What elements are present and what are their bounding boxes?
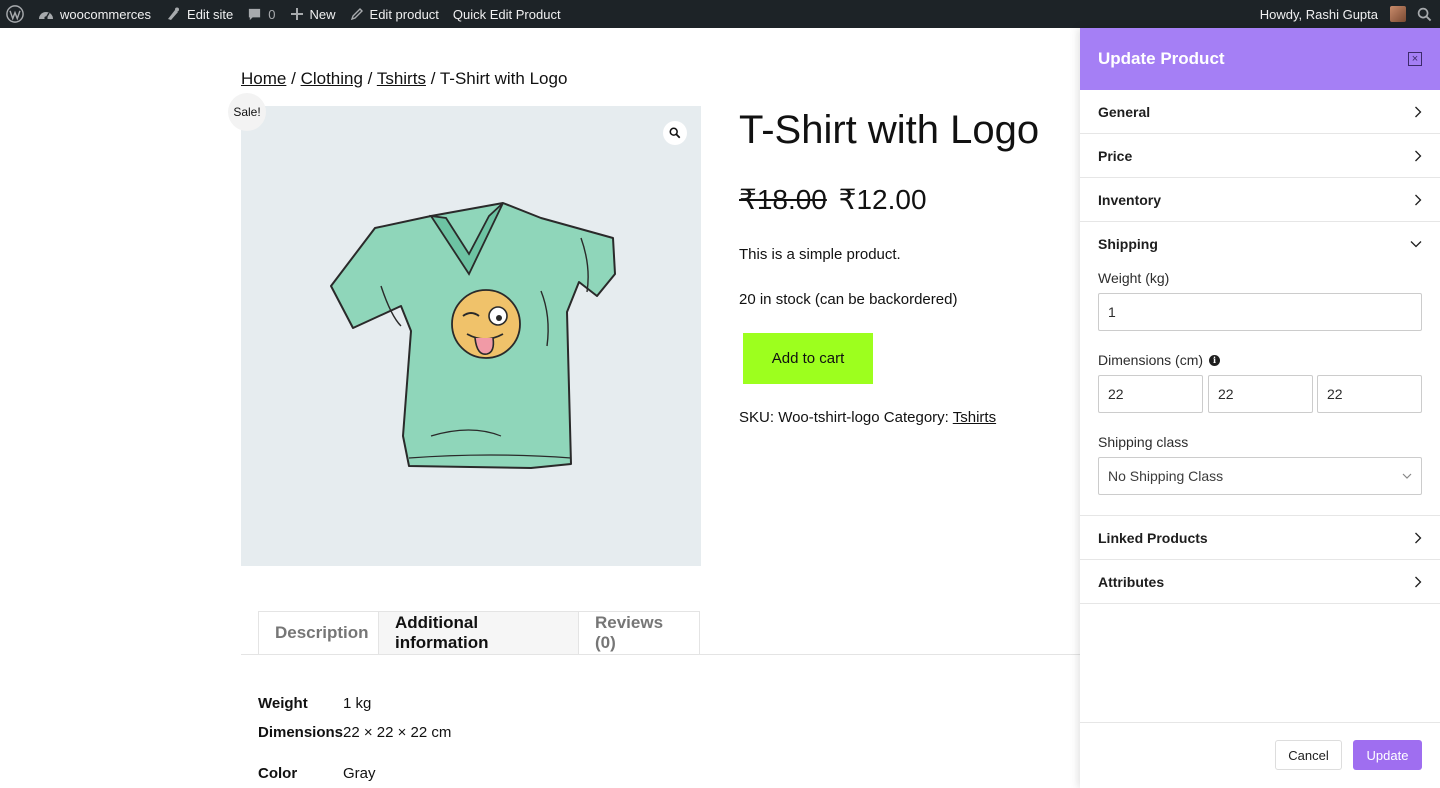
comments-link[interactable]: 0 bbox=[240, 0, 282, 28]
attribute-value: 1 kg bbox=[343, 695, 372, 712]
comment-icon bbox=[249, 8, 261, 20]
edit-site-label: Edit site bbox=[187, 6, 234, 22]
regular-price: ₹18.00 bbox=[739, 184, 827, 215]
chevron-right-icon bbox=[1415, 532, 1422, 543]
category-link[interactable]: Tshirts bbox=[953, 409, 996, 426]
product-price: ₹18.00 ₹12.00 bbox=[739, 183, 927, 216]
section-label: Shipping bbox=[1098, 236, 1158, 252]
panel-footer: Cancel Update bbox=[1080, 722, 1440, 788]
magnifier-icon bbox=[669, 127, 681, 139]
pencil-icon bbox=[350, 8, 363, 21]
brush-icon bbox=[168, 7, 180, 20]
attribute-name: Dimensions bbox=[258, 724, 344, 741]
chevron-right-icon bbox=[1415, 576, 1422, 587]
shipping-class-label: Shipping class bbox=[1098, 434, 1189, 450]
edit-product-label: Edit product bbox=[369, 6, 439, 22]
section-label: Linked Products bbox=[1098, 529, 1208, 546]
product-image bbox=[330, 202, 616, 469]
section-shipping[interactable]: Shipping bbox=[1080, 222, 1440, 266]
attribute-value: 22 × 22 × 22 cm bbox=[343, 724, 452, 741]
breadcrumb: Home / Clothing / Tshirts / T-Shirt with… bbox=[241, 69, 567, 89]
sale-badge: Sale! bbox=[228, 93, 266, 131]
weight-input[interactable] bbox=[1098, 293, 1422, 331]
breadcrumb-separator: / bbox=[291, 69, 296, 88]
breadcrumb-current: T-Shirt with Logo bbox=[439, 69, 568, 88]
attribute-name: Color bbox=[258, 765, 298, 782]
attribute-value: Gray bbox=[343, 765, 376, 782]
tab-additional-information[interactable]: Additional information bbox=[378, 611, 579, 654]
short-description: This is a simple product. bbox=[739, 246, 901, 263]
update-product-panel: Update Product × General Price Inventory… bbox=[1080, 28, 1440, 788]
section-label: Inventory bbox=[1098, 191, 1162, 208]
shipping-class-value: No Shipping Class bbox=[1108, 468, 1224, 484]
breadcrumb-tshirts[interactable]: Tshirts bbox=[377, 69, 426, 88]
section-linked-products[interactable]: Linked Products bbox=[1080, 516, 1440, 560]
cancel-button[interactable]: Cancel bbox=[1275, 740, 1342, 770]
search-icon bbox=[1417, 7, 1432, 21]
width-input[interactable] bbox=[1208, 375, 1313, 413]
update-button[interactable]: Update bbox=[1353, 740, 1422, 770]
edit-product-link[interactable]: Edit product bbox=[343, 0, 446, 28]
chevron-right-icon bbox=[1415, 150, 1422, 161]
stock-status: 20 in stock (can be backordered) bbox=[739, 291, 958, 308]
chevron-right-icon bbox=[1415, 106, 1422, 117]
shipping-section-body: Weight (kg) Dimensions (cm) i Shipping c… bbox=[1080, 266, 1440, 516]
sale-price: ₹12.00 bbox=[838, 184, 927, 215]
length-input[interactable] bbox=[1098, 375, 1203, 413]
product-title: T-Shirt with Logo bbox=[739, 108, 1040, 152]
site-name: woocommerces bbox=[60, 6, 152, 22]
chevron-right-icon bbox=[1415, 194, 1422, 205]
admin-bar: woocommerces Edit site 0 New Edit produc… bbox=[0, 0, 1440, 28]
breadcrumb-home[interactable]: Home bbox=[241, 69, 286, 88]
shipping-class-select[interactable]: No Shipping Class bbox=[1098, 457, 1422, 495]
greeting: Howdy, Rashi Gupta bbox=[1259, 6, 1378, 22]
wordpress-logo-icon[interactable] bbox=[0, 0, 31, 28]
plus-icon bbox=[290, 8, 303, 20]
section-label: Attributes bbox=[1098, 573, 1165, 590]
close-icon[interactable]: × bbox=[1408, 52, 1422, 66]
breadcrumb-separator: / bbox=[430, 69, 436, 88]
breadcrumb-clothing[interactable]: Clothing bbox=[301, 69, 363, 88]
new-label: New bbox=[309, 6, 336, 22]
product-meta: SKU: Woo-tshirt-logo Category: Tshirts bbox=[739, 409, 996, 426]
panel-header: Update Product × bbox=[1080, 28, 1440, 90]
comments-count: 0 bbox=[268, 6, 276, 22]
tab-description[interactable]: Description bbox=[258, 611, 379, 654]
dimensions-label-text: Dimensions (cm) bbox=[1098, 352, 1204, 368]
avatar bbox=[1390, 6, 1406, 22]
breadcrumb-separator: / bbox=[367, 69, 373, 88]
edit-site-link[interactable]: Edit site bbox=[158, 0, 240, 28]
account-menu[interactable]: Howdy, Rashi Gupta bbox=[1253, 0, 1410, 28]
section-general[interactable]: General bbox=[1080, 90, 1440, 134]
weight-label: Weight (kg) bbox=[1098, 270, 1170, 286]
section-label: Price bbox=[1098, 147, 1133, 164]
admin-search-button[interactable] bbox=[1410, 0, 1440, 28]
category-label: Category: bbox=[883, 409, 949, 426]
section-label: General bbox=[1098, 103, 1151, 120]
site-name-link[interactable]: woocommerces bbox=[31, 0, 158, 28]
section-attributes[interactable]: Attributes bbox=[1080, 560, 1440, 604]
new-content-link[interactable]: New bbox=[283, 0, 343, 28]
sku-value: Woo-tshirt-logo bbox=[778, 409, 880, 426]
product-gallery[interactable] bbox=[241, 106, 701, 566]
product-tabs: Description Additional information Revie… bbox=[241, 611, 1080, 655]
quick-edit-product-link[interactable]: Quick Edit Product bbox=[446, 0, 568, 28]
section-price[interactable]: Price bbox=[1080, 134, 1440, 178]
quick-edit-label: Quick Edit Product bbox=[452, 6, 561, 22]
dashboard-icon bbox=[39, 12, 53, 20]
panel-title: Update Product bbox=[1098, 49, 1225, 68]
tab-reviews[interactable]: Reviews (0) bbox=[578, 611, 700, 654]
info-icon[interactable]: i bbox=[1209, 354, 1221, 366]
dimensions-label: Dimensions (cm) i bbox=[1098, 352, 1221, 368]
sku-label: SKU: bbox=[739, 409, 775, 426]
chevron-down-icon bbox=[1402, 473, 1412, 479]
chevron-down-icon bbox=[1410, 241, 1422, 248]
add-to-cart-button[interactable]: Add to cart bbox=[743, 333, 873, 384]
zoom-button[interactable] bbox=[663, 121, 687, 145]
height-input[interactable] bbox=[1317, 375, 1422, 413]
section-inventory[interactable]: Inventory bbox=[1080, 178, 1440, 222]
attribute-name: Weight bbox=[258, 695, 308, 712]
